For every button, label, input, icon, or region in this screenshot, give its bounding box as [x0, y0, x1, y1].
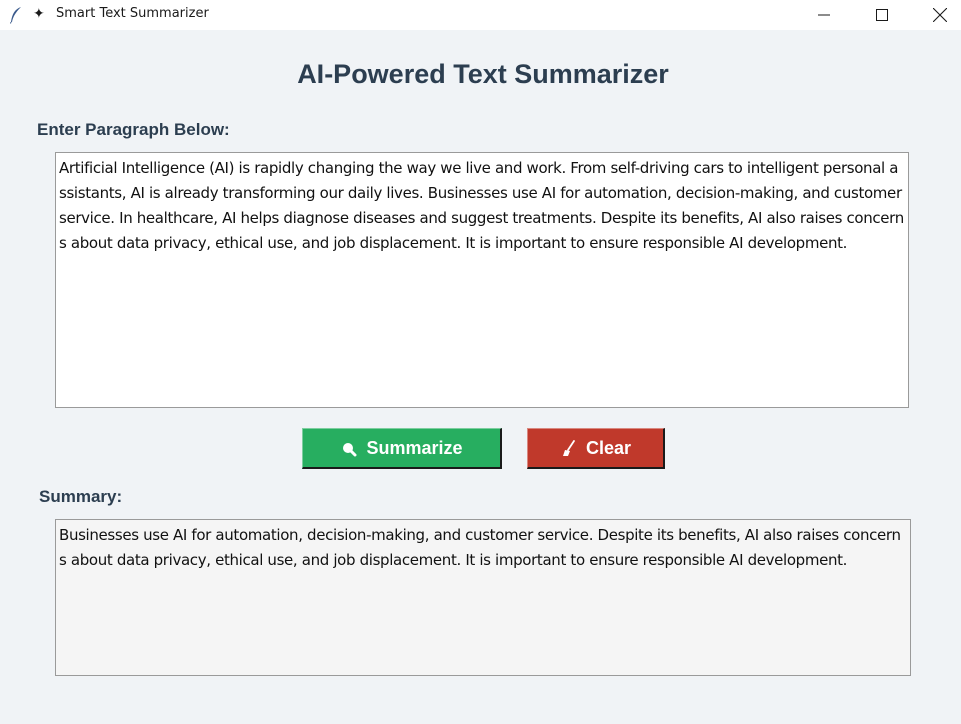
minimize-icon	[818, 14, 830, 16]
summary-output[interactable]: Businesses use AI for automation, decisi…	[55, 519, 911, 676]
summary-label: Summary:	[39, 487, 123, 506]
minimize-button[interactable]	[795, 0, 853, 30]
summarize-button[interactable]: Summarize	[302, 428, 502, 469]
close-button[interactable]	[911, 0, 961, 30]
clear-label: Clear	[585, 437, 632, 458]
input-label: Enter Paragraph Below:	[37, 120, 230, 139]
paragraph-input[interactable]: Artificial Intelligence (AI) is rapidly …	[55, 152, 909, 408]
sparkle-icon: ✦	[33, 6, 45, 22]
page-title: AI-Powered Text Summarizer	[297, 59, 669, 89]
close-icon	[933, 8, 947, 22]
summarize-label: Summarize	[366, 437, 463, 458]
feather-icon	[10, 7, 21, 24]
maximize-button[interactable]	[853, 0, 911, 30]
maximize-icon	[876, 9, 888, 21]
clear-button[interactable]: Clear	[527, 428, 665, 469]
window-title: Smart Text Summarizer	[56, 6, 209, 21]
broom-icon	[562, 440, 575, 456]
title-bar: ✦ Smart Text Summarizer	[0, 0, 961, 30]
magnifier-icon	[343, 443, 357, 457]
